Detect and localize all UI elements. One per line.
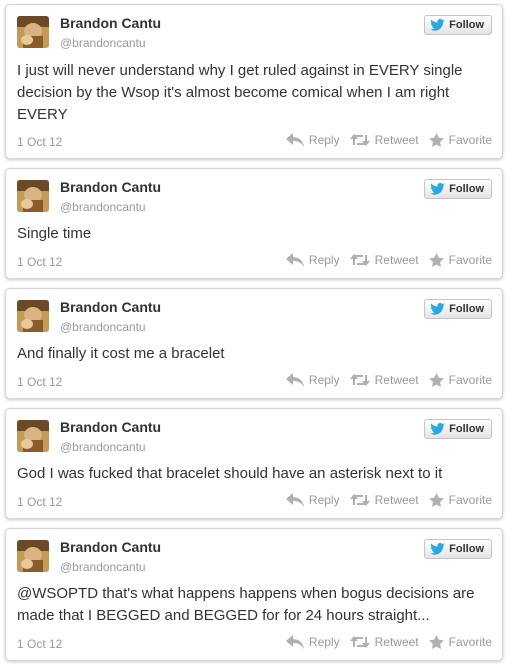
follow-button[interactable]: Follow	[424, 15, 492, 35]
tweet-card: Brandon Cantu @brandoncantu Follow @WSOP…	[5, 528, 503, 661]
retweet-icon	[349, 374, 370, 386]
reply-button[interactable]: Reply	[285, 493, 340, 507]
author-handle[interactable]: @brandoncantu	[60, 320, 146, 334]
favorite-button[interactable]: Favorite	[428, 635, 492, 649]
author-handle[interactable]: @brandoncantu	[60, 200, 146, 214]
reply-button[interactable]: Reply	[285, 373, 340, 387]
retweet-icon	[349, 636, 370, 648]
author-name[interactable]: Brandon Cantu	[60, 299, 161, 315]
star-icon	[428, 133, 444, 147]
star-icon	[428, 493, 444, 507]
reply-button[interactable]: Reply	[285, 253, 340, 267]
favorite-button[interactable]: Favorite	[428, 133, 492, 147]
twitter-bird-icon	[430, 183, 445, 195]
follow-label: Follow	[449, 183, 484, 195]
avatar[interactable]	[17, 16, 49, 48]
tweet-text: God I was fucked that bracelet should ha…	[17, 465, 443, 482]
author-handle[interactable]: @brandoncantu	[60, 440, 146, 454]
follow-label: Follow	[449, 543, 484, 555]
favorite-label: Favorite	[448, 373, 492, 387]
author-handle[interactable]: @brandoncantu	[60, 560, 146, 574]
star-icon	[428, 635, 444, 649]
avatar[interactable]	[17, 300, 49, 332]
star-icon	[428, 253, 444, 267]
tweet-actions: Reply Retweet Favorite	[276, 373, 492, 387]
reply-icon	[285, 635, 304, 649]
retweet-label: Retweet	[374, 635, 419, 649]
twitter-bird-icon	[430, 303, 445, 315]
reply-label: Reply	[308, 635, 340, 649]
tweet-card: Brandon Cantu @brandoncantu Follow And f…	[5, 288, 503, 399]
favorite-label: Favorite	[448, 493, 492, 507]
author-handle[interactable]: @brandoncantu	[60, 36, 146, 50]
tweet-date[interactable]: 1 Oct 12	[17, 495, 62, 509]
retweet-button[interactable]: Retweet	[349, 373, 419, 387]
favorite-label: Favorite	[448, 253, 492, 267]
twitter-bird-icon	[430, 543, 445, 555]
author-name[interactable]: Brandon Cantu	[60, 539, 161, 555]
favorite-button[interactable]: Favorite	[428, 373, 492, 387]
avatar[interactable]	[17, 540, 49, 572]
tweet-text: Single time	[17, 225, 92, 242]
star-icon	[428, 373, 444, 387]
favorite-label: Favorite	[448, 133, 492, 147]
follow-button[interactable]: Follow	[424, 299, 492, 319]
twitter-bird-icon	[430, 19, 445, 31]
tweet-date[interactable]: 1 Oct 12	[17, 375, 62, 389]
tweet-date[interactable]: 1 Oct 12	[17, 135, 62, 149]
retweet-icon	[349, 494, 370, 506]
author-name[interactable]: Brandon Cantu	[60, 179, 161, 195]
tweet-actions: Reply Retweet Favorite	[276, 133, 492, 147]
retweet-label: Retweet	[374, 253, 419, 267]
retweet-icon	[349, 254, 370, 266]
retweet-button[interactable]: Retweet	[349, 133, 419, 147]
tweet-actions: Reply Retweet Favorite	[276, 253, 492, 267]
retweet-button[interactable]: Retweet	[349, 253, 419, 267]
tweet-card: Brandon Cantu @brandoncantu Follow Singl…	[5, 168, 503, 279]
twitter-bird-icon	[430, 423, 445, 435]
follow-button[interactable]: Follow	[424, 419, 492, 439]
reply-button[interactable]: Reply	[285, 635, 340, 649]
follow-button[interactable]: Follow	[424, 539, 492, 559]
retweet-label: Retweet	[374, 133, 419, 147]
tweet-text: I just will never understand why I get r…	[17, 62, 463, 123]
tweet-actions: Reply Retweet Favorite	[276, 493, 492, 507]
follow-label: Follow	[449, 423, 484, 435]
retweet-button[interactable]: Retweet	[349, 493, 419, 507]
tweet-text: And finally it cost me a bracelet	[17, 345, 225, 362]
favorite-button[interactable]: Favorite	[428, 493, 492, 507]
author-name[interactable]: Brandon Cantu	[60, 15, 161, 31]
reply-icon	[285, 133, 304, 147]
retweet-button[interactable]: Retweet	[349, 635, 419, 649]
author-name[interactable]: Brandon Cantu	[60, 419, 161, 435]
avatar[interactable]	[17, 180, 49, 212]
reply-label: Reply	[308, 253, 340, 267]
tweet-date[interactable]: 1 Oct 12	[17, 255, 62, 269]
reply-icon	[285, 493, 304, 507]
tweet-actions: Reply Retweet Favorite	[276, 635, 492, 649]
reply-label: Reply	[308, 373, 340, 387]
tweet-date[interactable]: 1 Oct 12	[17, 637, 62, 651]
follow-label: Follow	[449, 19, 484, 31]
follow-label: Follow	[449, 303, 484, 315]
retweet-icon	[349, 134, 370, 146]
favorite-button[interactable]: Favorite	[428, 253, 492, 267]
tweet-text: @WSOPTD that's what happens happens when…	[17, 585, 475, 624]
reply-icon	[285, 253, 304, 267]
tweet-card: Brandon Cantu @brandoncantu Follow God I…	[5, 408, 503, 519]
reply-icon	[285, 373, 304, 387]
follow-button[interactable]: Follow	[424, 179, 492, 199]
avatar[interactable]	[17, 420, 49, 452]
retweet-label: Retweet	[374, 373, 419, 387]
reply-label: Reply	[308, 493, 340, 507]
reply-button[interactable]: Reply	[285, 133, 340, 147]
tweet-card: Brandon Cantu @brandoncantu Follow I jus…	[5, 4, 503, 159]
retweet-label: Retweet	[374, 493, 419, 507]
reply-label: Reply	[308, 133, 340, 147]
favorite-label: Favorite	[448, 635, 492, 649]
